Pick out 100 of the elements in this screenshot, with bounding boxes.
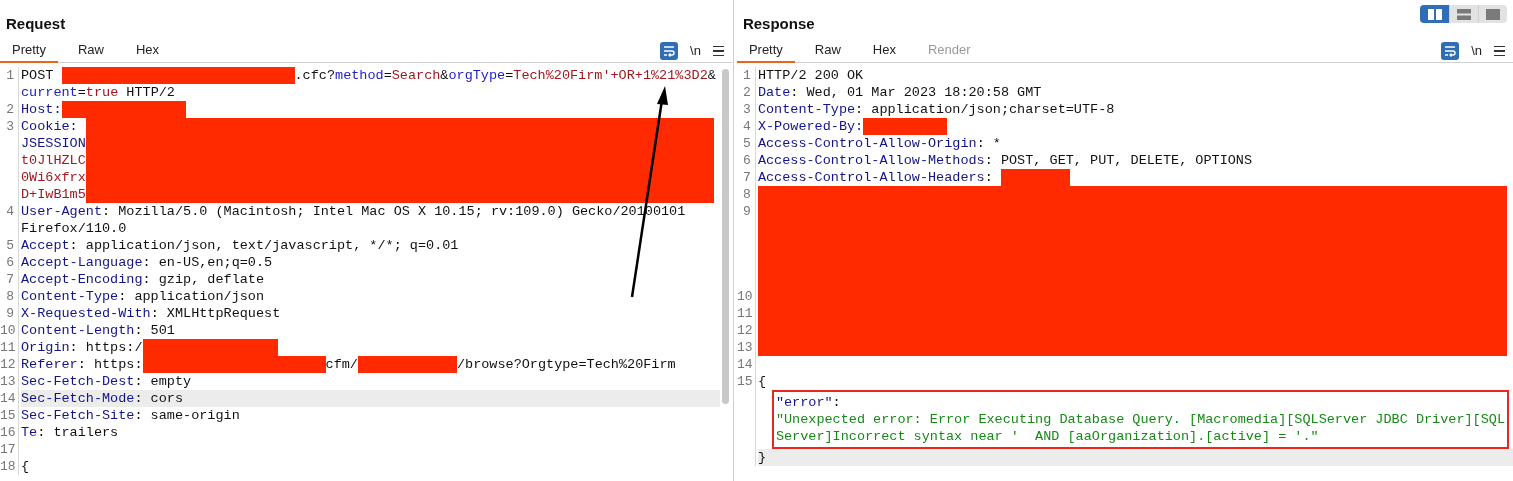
line-number: 14 <box>0 391 16 406</box>
line-number: 3 <box>743 102 751 117</box>
wrap-icon[interactable] <box>1441 42 1460 60</box>
code-token: X-Powered-By: <box>757 118 864 135</box>
line-number: 6 <box>6 255 14 270</box>
line-number: 12 <box>0 357 16 372</box>
code-token: Content-Length <box>21 322 135 339</box>
code-token: HTTP/2 <box>125 84 175 101</box>
line-number: 17 <box>0 442 16 457</box>
tab[interactable]: Pretty <box>0 39 58 63</box>
code-token: true <box>85 84 119 101</box>
rows-icon <box>1457 8 1471 20</box>
newline-toggle[interactable]: \n <box>1471 41 1482 61</box>
code-token: Sec-Fetch-Dest <box>21 373 135 390</box>
code-token: Accept-Encoding <box>21 271 143 288</box>
newline-toggle[interactable]: \n <box>690 41 701 61</box>
code-token: /browse?Orgtype=Tech%20Firm <box>456 356 676 373</box>
code-token: orgType <box>448 67 506 84</box>
tab[interactable]: Pretty <box>736 39 795 63</box>
code-token: : cors <box>134 390 184 407</box>
line-number: 18 <box>0 459 16 474</box>
line-number: 2 <box>6 102 14 117</box>
code-token: : trailers <box>37 424 119 441</box>
tab[interactable]: Hex <box>860 39 908 63</box>
code-token: Content-Type <box>21 288 119 305</box>
code-token: "error" <box>775 394 833 411</box>
code-token: current <box>21 84 78 101</box>
code-token: : empty <box>134 373 192 390</box>
scrollbar-thumb[interactable] <box>722 69 730 404</box>
tab[interactable]: Hex <box>124 39 172 63</box>
code-token: Search <box>391 67 441 84</box>
code-token: : application/json <box>118 288 265 305</box>
code-token: & <box>707 67 716 84</box>
line-number: 3 <box>6 119 14 134</box>
code-token: = <box>505 67 514 84</box>
code-token: : <box>832 394 841 411</box>
line-number: 7 <box>6 272 14 287</box>
code-token: : https:/ <box>69 339 143 356</box>
line-number: 15 <box>0 408 16 423</box>
code-token: : 501 <box>134 322 175 339</box>
code-token: Te <box>21 424 38 441</box>
code-token: cfm/ <box>325 356 358 373</box>
code-token: Referer <box>21 356 78 373</box>
line-number: 8 <box>743 187 751 202</box>
code-token: Sec-Fetch-Site <box>21 407 135 424</box>
code-token: JSESSION <box>21 135 86 152</box>
code-token: t0JlHZLC <box>21 152 86 169</box>
code-token: method <box>335 67 384 84</box>
code-token: D+IwB1m5 <box>21 186 86 203</box>
tab[interactable]: Raw <box>65 39 116 63</box>
line-number: 12 <box>736 323 753 338</box>
code-token: Content-Type <box>757 101 856 118</box>
code-token: .cfc? <box>294 67 336 84</box>
panel-title: Request <box>6 13 66 34</box>
code-token: "Unexpected error: Error Executing Database Query. [Macromedia][SQLServer JDBC Driver][SQL <box>775 411 1505 428</box>
line-number: 10 <box>736 289 753 304</box>
code-token: : same-origin <box>134 407 240 424</box>
line-number: 9 <box>743 204 751 219</box>
line-number: 9 <box>6 306 14 321</box>
line-number: 5 <box>6 238 14 253</box>
code-token: : https: <box>77 356 143 373</box>
code-token: : en-US,en;q=0.5 <box>142 254 273 271</box>
tab[interactable]: Raw <box>802 39 853 63</box>
code-token: { <box>21 458 30 475</box>
line-number: 16 <box>0 425 16 440</box>
code-token: = <box>77 84 86 101</box>
code-token: Firefox/110.0 <box>21 220 127 237</box>
line-number: 15 <box>736 374 753 389</box>
line-number: 14 <box>736 357 753 372</box>
line-number: 11 <box>736 306 753 321</box>
line-number: 8 <box>6 289 14 304</box>
line-number: 13 <box>0 374 16 389</box>
single-view-icon <box>1486 8 1500 20</box>
code-token: Server]Incorrect syntax near ' AND [aaOrganization].[active] = '." <box>775 428 1319 445</box>
code-token: Access-Control-Allow-Headers <box>757 169 985 186</box>
menu-icon[interactable] <box>712 45 724 57</box>
code-token: Access-Control-Allow-Methods <box>757 152 985 169</box>
columns-icon <box>1427 8 1442 20</box>
code-token: Date <box>757 84 791 101</box>
code-token: Host: <box>21 101 62 118</box>
line-number: 11 <box>0 340 16 355</box>
code-token: = <box>383 67 392 84</box>
wrap-icon[interactable] <box>660 42 679 60</box>
code-token: Origin <box>21 339 70 356</box>
code-token: { <box>757 373 766 390</box>
code-token: : * <box>976 135 1001 152</box>
code-token: Tech%20Firm'+OR+1%21%3D2 <box>513 67 708 84</box>
code-token: } <box>757 449 766 466</box>
code-token: X-Requested-With <box>21 305 151 322</box>
code-token: : Wed, 01 Mar 2023 18:20:58 GMT <box>790 84 1042 101</box>
code-token: : POST, GET, PUT, DELETE, OPTIONS <box>984 152 1253 169</box>
panel-title: Response <box>742 13 815 34</box>
code-token: User-Agent <box>21 203 102 220</box>
code-token: 0Wi6xfrx <box>21 169 86 186</box>
code-token: Accept-Language <box>21 254 143 271</box>
line-number: 4 <box>743 119 751 134</box>
line-number: 1 <box>743 68 751 83</box>
code-token: : application/json, text/javascript, */*; q=0.01 <box>69 237 459 254</box>
menu-icon[interactable] <box>1494 45 1505 57</box>
layout-button[interactable] <box>1420 5 1449 23</box>
